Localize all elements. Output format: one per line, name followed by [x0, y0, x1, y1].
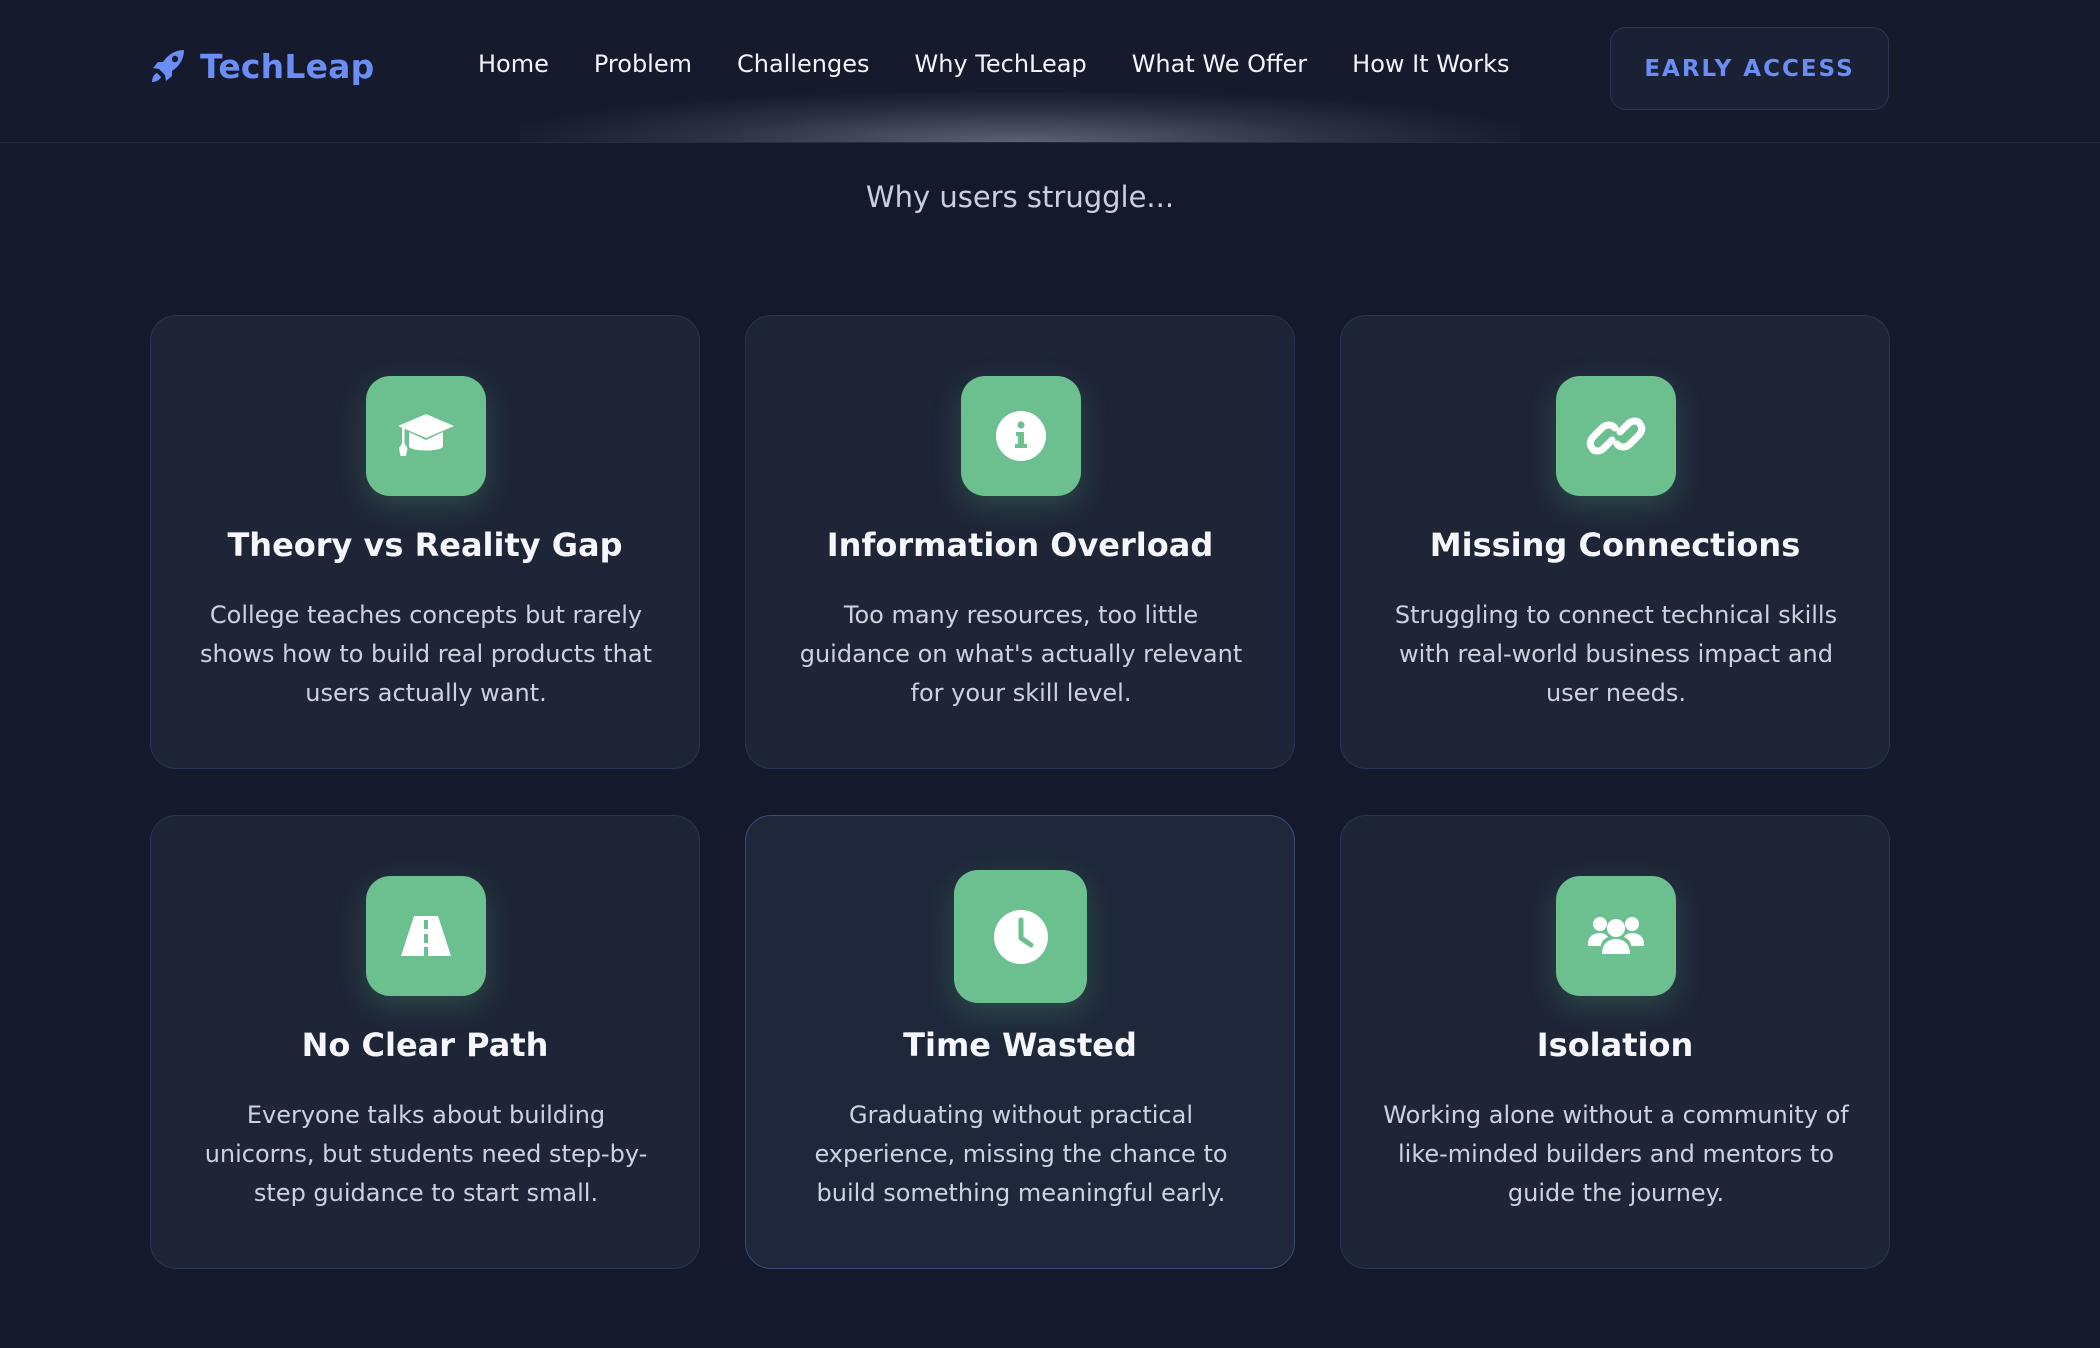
clock-icon [993, 909, 1048, 964]
nav-link-challenges[interactable]: Challenges [737, 50, 870, 78]
rocket-icon [152, 50, 184, 82]
icon-tile [366, 876, 486, 996]
challenge-card-information-overload: Information Overload Too many resources,… [745, 315, 1295, 769]
info-icon [996, 411, 1046, 461]
section-subtitle: Why users struggle... [865, 180, 1175, 214]
card-title: Theory vs Reality Gap [227, 526, 623, 564]
link-icon [1586, 417, 1646, 455]
nav-link-what-we-offer[interactable]: What We Offer [1132, 50, 1307, 78]
top-navbar: TechLeap Home Problem Challenges Why Tec… [0, 0, 2100, 143]
icon-tile [366, 376, 486, 496]
nav-link-home[interactable]: Home [478, 50, 549, 78]
card-title: No Clear Path [301, 1026, 549, 1064]
early-access-button[interactable]: EARLY ACCESS [1610, 27, 1889, 110]
card-description: College teaches concepts but rarely show… [200, 601, 652, 707]
card-title: Information Overload [826, 526, 1214, 564]
challenge-card-isolation: Isolation Working alone without a commun… [1340, 815, 1890, 1269]
card-description: Working alone without a community of lik… [1383, 1101, 1849, 1207]
challenge-card-no-clear-path: No Clear Path Everyone talks about build… [150, 815, 700, 1269]
challenge-card-time-wasted: Time Wasted Graduating without practical… [745, 815, 1295, 1269]
card-description: Too many resources, too little guidance … [799, 601, 1243, 707]
nav-link-why-techleap[interactable]: Why TechLeap [915, 50, 1087, 78]
card-description: Struggling to connect technical skills w… [1394, 601, 1838, 707]
icon-tile [1556, 376, 1676, 496]
logo-text: TechLeap [200, 46, 375, 86]
road-icon [401, 916, 451, 956]
icon-tile [1556, 876, 1676, 996]
card-description: Everyone talks about building unicorns, … [204, 1101, 648, 1207]
card-title: Isolation [1536, 1026, 1694, 1064]
card-title: Missing Connections [1429, 526, 1801, 564]
challenge-card-missing-connections: Missing Connections Struggling to connec… [1340, 315, 1890, 769]
nav-link-problem[interactable]: Problem [594, 50, 692, 78]
icon-tile [961, 376, 1081, 496]
users-icon [1588, 917, 1644, 954]
nav-link-how-it-works[interactable]: How It Works [1352, 50, 1509, 78]
challenge-card-theory-gap: Theory vs Reality Gap College teaches co… [150, 315, 700, 769]
card-description: Graduating without practical experience,… [814, 1101, 1228, 1207]
logo-link[interactable]: TechLeap [148, 46, 374, 86]
icon-tile [954, 870, 1087, 1003]
nav-glow [520, 92, 1520, 142]
nav-links: Home Problem Challenges Why TechLeap Wha… [478, 50, 1555, 78]
graduation-cap-icon [398, 414, 454, 456]
card-title: Time Wasted [903, 1026, 1137, 1064]
